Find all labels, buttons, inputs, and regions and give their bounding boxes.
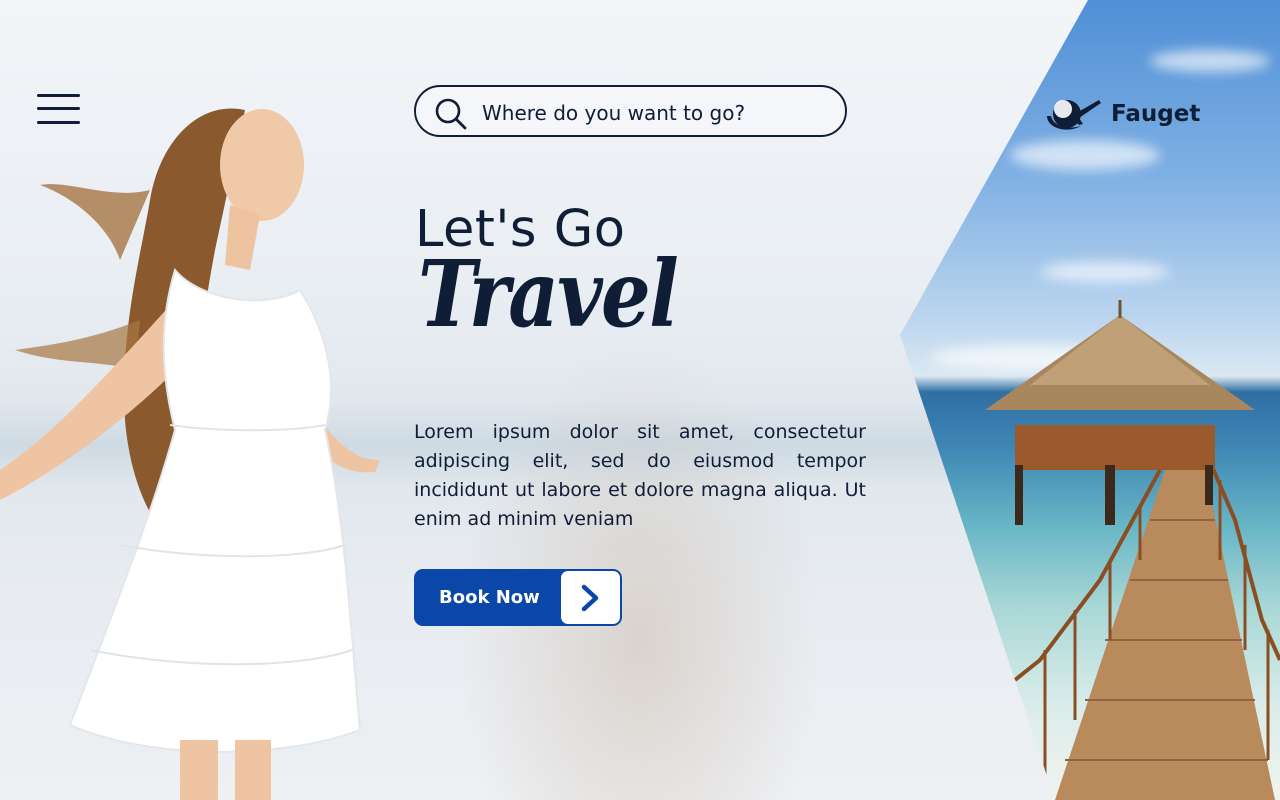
search-icon[interactable] <box>434 97 468 131</box>
hero-description: Lorem ipsum dolor sit amet, consectetur … <box>414 421 866 530</box>
plane-globe-logo-icon <box>1047 100 1101 130</box>
search-bar[interactable] <box>414 85 847 137</box>
chevron-right-icon <box>581 584 599 612</box>
brand-name: Fauget <box>1111 101 1201 127</box>
book-now-button[interactable]: Book Now <box>414 569 622 626</box>
book-now-label: Book Now <box>439 587 540 608</box>
hamburger-menu-icon[interactable] <box>37 94 80 126</box>
cta-arrow-box[interactable] <box>561 571 620 624</box>
hero-title-line2: Travel <box>418 240 679 348</box>
brand-logo[interactable]: Fauget <box>1043 94 1200 134</box>
search-input[interactable] <box>480 95 834 131</box>
